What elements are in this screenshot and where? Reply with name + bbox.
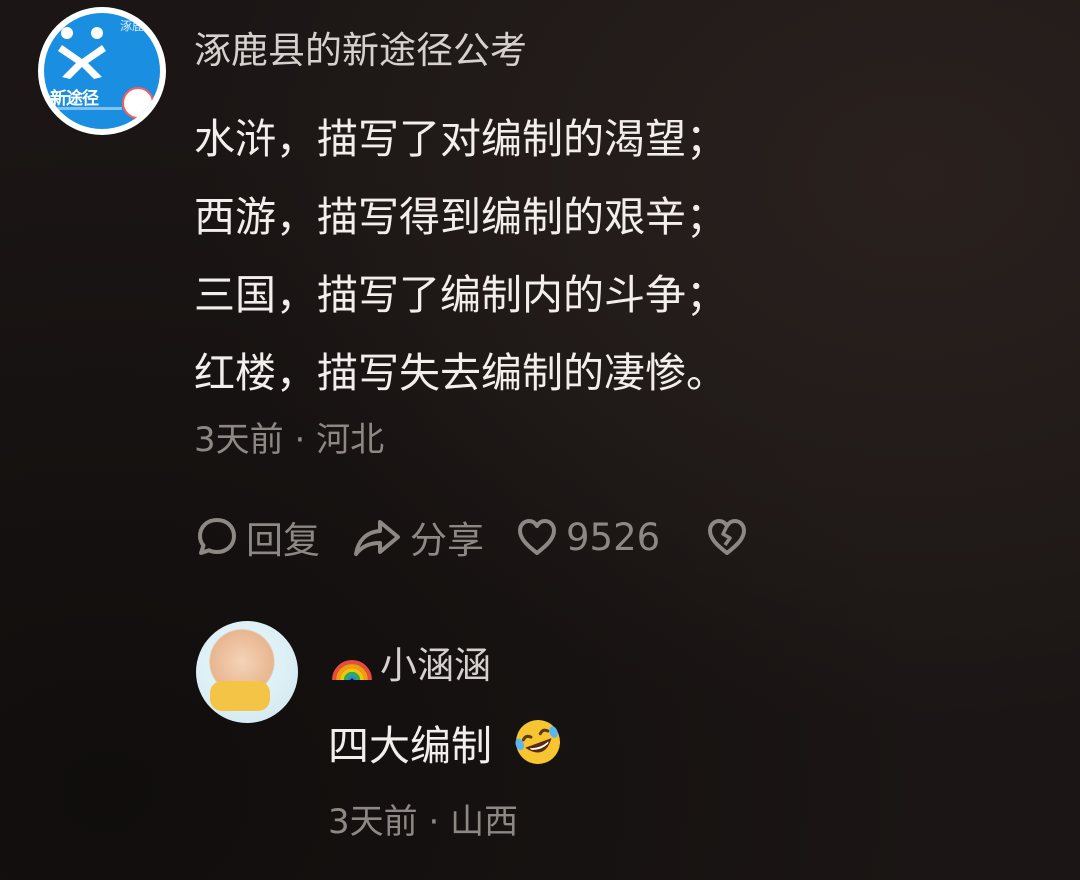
heart-icon xyxy=(518,519,556,555)
avatar-photo-detail xyxy=(210,681,270,711)
dislike-button[interactable] xyxy=(704,514,756,560)
comment-location: 河北 xyxy=(316,420,385,460)
share-arrow-icon xyxy=(354,520,400,556)
reply-label: 回复 xyxy=(246,519,320,562)
brand-x-logo-icon xyxy=(58,27,106,79)
comment-line: 西游，描写得到编制的艰辛； xyxy=(194,193,727,241)
reply-author[interactable]: 小涵涵 xyxy=(330,635,491,689)
rainbow-icon xyxy=(332,660,372,681)
like-count: 9526 xyxy=(566,515,661,559)
broken-heart-icon xyxy=(708,519,747,555)
reply-meta: 3天前 · 山西 xyxy=(328,794,518,843)
comment-meta: 3天前 · 河北 xyxy=(194,412,384,461)
meta-separator: · xyxy=(294,420,306,460)
comment-body: 水浒，描写了对编制的渴望； 西游，描写得到编制的艰辛； 三国，描写了编制内的斗争… xyxy=(194,100,727,412)
share-button[interactable]: 分享 xyxy=(350,510,484,564)
reply-author-name: 小涵涵 xyxy=(380,644,491,687)
reply-button[interactable]: 回复 xyxy=(194,510,320,564)
chat-bubble-icon xyxy=(198,518,236,555)
avatar-logo: 涿鹿径 新途径 xyxy=(44,13,160,129)
reply-author-avatar[interactable] xyxy=(196,621,298,723)
comment-line: 三国，描写了编制内的斗争； xyxy=(194,271,727,319)
share-label: 分享 xyxy=(410,519,484,562)
comment-line: 红楼，描写失去编制的凄惨。 xyxy=(194,349,727,397)
commenter-avatar[interactable]: 涿鹿径 新途径 xyxy=(38,7,166,135)
like-button[interactable]: 9526 xyxy=(514,514,660,560)
reply-time: 3天前 xyxy=(328,802,418,842)
comment-actions: 回复 分享 9526 xyxy=(194,509,786,565)
mascot-icon xyxy=(122,87,154,119)
comment-line: 水浒，描写了对编制的渴望； xyxy=(194,115,727,163)
reply-location: 山西 xyxy=(450,802,519,842)
rofl-emoji-icon xyxy=(515,720,560,764)
avatar-subtitle-bar xyxy=(52,107,122,110)
reply-body: 四大编制 xyxy=(328,712,564,772)
meta-separator: · xyxy=(428,802,440,842)
avatar-corner-tag: 涿鹿径 xyxy=(119,19,156,33)
comment-time: 3天前 xyxy=(194,420,284,460)
comment-author[interactable]: 涿鹿县的新途径公考 xyxy=(194,20,527,74)
reply-content: 四大编制 xyxy=(328,722,492,770)
